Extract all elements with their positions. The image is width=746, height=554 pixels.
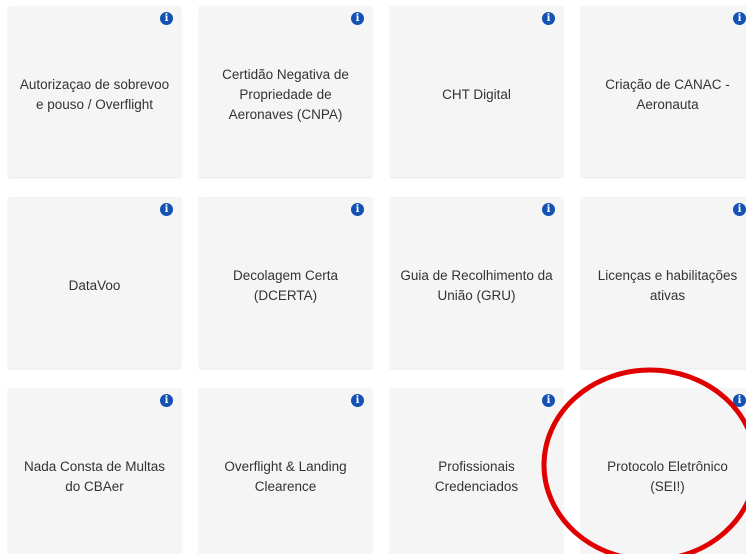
service-card[interactable]: i Guia de Recolhimento da União (GRU): [390, 197, 563, 368]
service-card-label: Decolagem Certa (DCERTA): [225, 266, 346, 306]
service-card-label: CHT Digital: [434, 85, 519, 105]
service-card[interactable]: i Criação de CANAC - Aeronauta: [581, 6, 746, 177]
info-icon[interactable]: i: [733, 203, 746, 216]
service-card[interactable]: i Nada Consta de Multas do CBAer: [8, 388, 181, 554]
service-card[interactable]: i Overflight & Landing Clearence: [199, 388, 372, 554]
service-card-label: Licenças e habilitações ativas: [590, 266, 746, 306]
service-card[interactable]: i Autorizaçao de sobrevoo e pouso / Overfl…: [8, 6, 181, 177]
info-icon[interactable]: i: [542, 394, 555, 407]
service-card[interactable]: i Decolagem Certa (DCERTA): [199, 197, 372, 368]
service-card[interactable]: i DataVoo: [8, 197, 181, 368]
services-page: i Autorizaçao de sobrevoo e pouso / Overfl…: [0, 0, 746, 554]
service-card-label-line: Autorizaçao de sobrevoo: [19, 76, 170, 92]
info-icon[interactable]: i: [160, 394, 173, 407]
service-card-label-line: DataVoo: [68, 277, 121, 293]
service-card-label: DataVoo: [61, 276, 129, 296]
info-icon[interactable]: i: [733, 394, 746, 407]
service-card-label: Overflight & Landing Clearence: [216, 457, 354, 497]
service-card-label-line: Guia de Recolhimento da: [400, 267, 553, 283]
service-card-label-line: do CBAer: [65, 478, 124, 494]
service-card-label-line: Decolagem Certa: [232, 267, 339, 283]
service-card-label: Profissionais Credenciados: [427, 457, 526, 497]
service-card-label-line: União (GRU): [437, 287, 516, 303]
service-card[interactable]: i Certidão Negativa de Propriedade de Aeron…: [199, 6, 372, 177]
service-card-label-line: Nada Consta de Multas: [23, 458, 166, 474]
service-card-label: Protocolo Eletrônico (SEI!): [599, 457, 736, 497]
service-card-label: Certidão Negativa de Propriedade de Aerona…: [214, 65, 357, 125]
service-card[interactable]: i Protocolo Eletrônico (SEI!): [581, 388, 746, 554]
service-card-grid: i Autorizaçao de sobrevoo e pouso / Overfl…: [8, 6, 746, 554]
service-card-label-line: CHT Digital: [442, 86, 511, 102]
service-card-label-line: Criação de CANAC -: [605, 76, 730, 92]
info-icon[interactable]: i: [160, 203, 173, 216]
info-icon[interactable]: i: [351, 12, 364, 25]
service-card-label-line: ativas: [649, 287, 686, 303]
service-card-label-line: Aeronaves (CNPA): [228, 106, 343, 122]
info-icon[interactable]: i: [542, 12, 555, 25]
service-card-label: Autorizaçao de sobrevoo e pouso / Overfli…: [12, 75, 177, 115]
service-card-label-line: Aeronauta: [636, 96, 699, 112]
service-card-label: Criação de CANAC - Aeronauta: [597, 75, 738, 115]
service-card-label-line: e pouso / Overflight: [35, 96, 154, 112]
service-card[interactable]: i CHT Digital: [390, 6, 563, 177]
service-card-label-line: (SEI!): [650, 478, 685, 494]
info-icon[interactable]: i: [351, 394, 364, 407]
service-card[interactable]: i Profissionais Credenciados: [390, 388, 563, 554]
service-card-label-line: Propriedade de: [239, 86, 332, 102]
info-icon[interactable]: i: [160, 12, 173, 25]
service-card-label-line: Clearence: [254, 478, 317, 494]
service-card-label: Guia de Recolhimento da União (GRU): [392, 266, 560, 306]
service-card-label-line: (DCERTA): [253, 287, 318, 303]
service-card-label-line: Overflight & Landing: [224, 458, 347, 474]
service-card-label: Nada Consta de Multas do CBAer: [16, 457, 173, 497]
service-card-label-line: Certidão Negativa de: [222, 66, 349, 82]
service-card-label-line: Protocolo Eletrônico: [607, 458, 728, 474]
info-icon[interactable]: i: [733, 12, 746, 25]
service-card-label-line: Credenciados: [434, 478, 519, 494]
service-card[interactable]: i Licenças e habilitações ativas: [581, 197, 746, 368]
service-card-label-line: Profissionais: [438, 458, 515, 474]
info-icon[interactable]: i: [351, 203, 364, 216]
service-card-label-line: Licenças e habilitações: [597, 267, 738, 283]
info-icon[interactable]: i: [542, 203, 555, 216]
